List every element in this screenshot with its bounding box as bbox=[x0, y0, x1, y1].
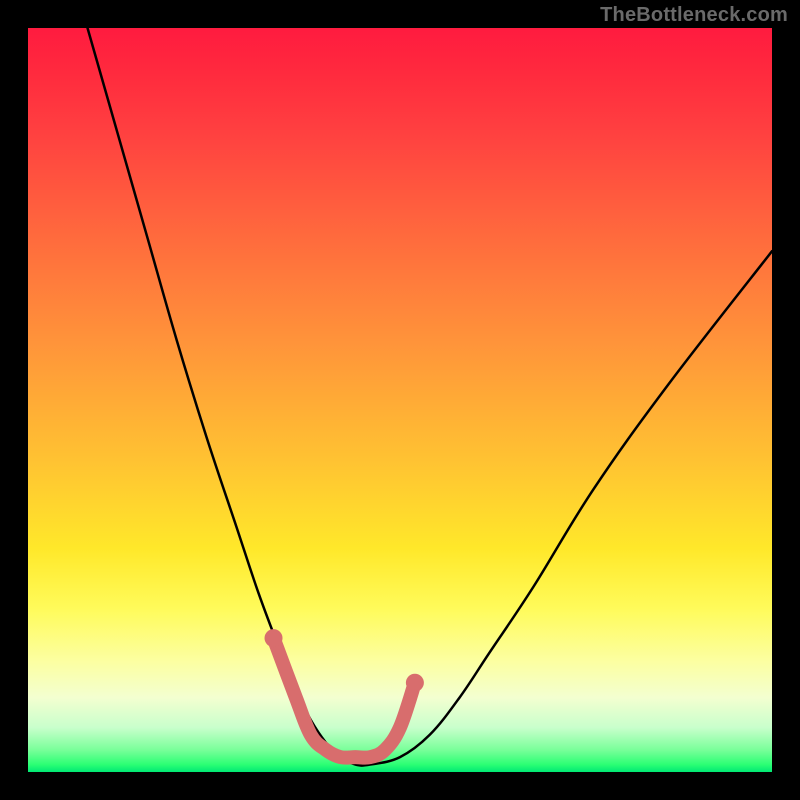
watermark-text: TheBottleneck.com bbox=[600, 4, 788, 27]
outer-frame: TheBottleneck.com bbox=[0, 0, 800, 800]
chart-svg bbox=[28, 28, 772, 772]
overlay-endpoint-dot bbox=[265, 629, 283, 647]
optimal-overlay-curve bbox=[274, 638, 415, 758]
bottleneck-curve bbox=[88, 28, 772, 766]
chart-plot-area bbox=[28, 28, 772, 772]
overlay-endpoint-dot bbox=[406, 674, 424, 692]
